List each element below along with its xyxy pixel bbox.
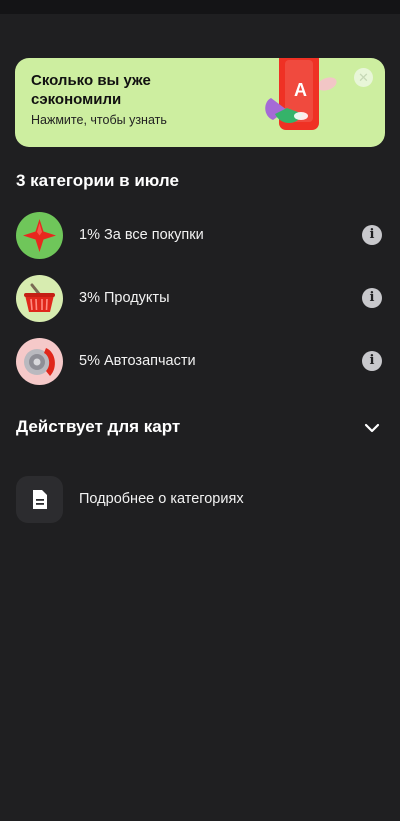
star-icon: [16, 212, 63, 259]
phone-illustration: А: [245, 58, 355, 147]
status-bar: [0, 0, 400, 14]
category-label: 3% Продукты: [79, 290, 170, 306]
category-label: 5% Автозапчасти: [79, 353, 196, 369]
cards-section-title: Действует для карт: [16, 417, 181, 436]
info-icon[interactable]: i: [362, 225, 382, 245]
basket-icon: [16, 275, 63, 322]
phone-icon: [265, 58, 337, 130]
category-row-all-purchases[interactable]: 1% За все покупки i: [0, 208, 400, 264]
category-details-label: Подробнее о категориях: [79, 491, 244, 507]
bank-logo: А: [294, 80, 307, 100]
category-details-link[interactable]: Подробнее о категориях: [0, 474, 400, 524]
document-icon: [16, 476, 63, 523]
info-icon[interactable]: i: [362, 351, 382, 371]
brake-disc-icon: [16, 338, 63, 385]
categories-title: 3 категории в июле: [16, 171, 179, 190]
promo-subtitle: Нажмите, чтобы узнать: [31, 113, 167, 127]
category-label: 1% За все покупки: [79, 227, 204, 243]
savings-promo-banner[interactable]: Сколько вы уже сэкономили Нажмите, чтобы…: [15, 58, 385, 147]
category-row-groceries[interactable]: 3% Продукты i: [0, 271, 400, 327]
promo-title: Сколько вы уже сэкономили: [31, 72, 151, 108]
category-row-auto-parts[interactable]: 5% Автозапчасти i: [0, 334, 400, 390]
close-icon[interactable]: ✕: [354, 68, 373, 87]
info-icon[interactable]: i: [362, 288, 382, 308]
chevron-down-icon[interactable]: [362, 420, 382, 436]
